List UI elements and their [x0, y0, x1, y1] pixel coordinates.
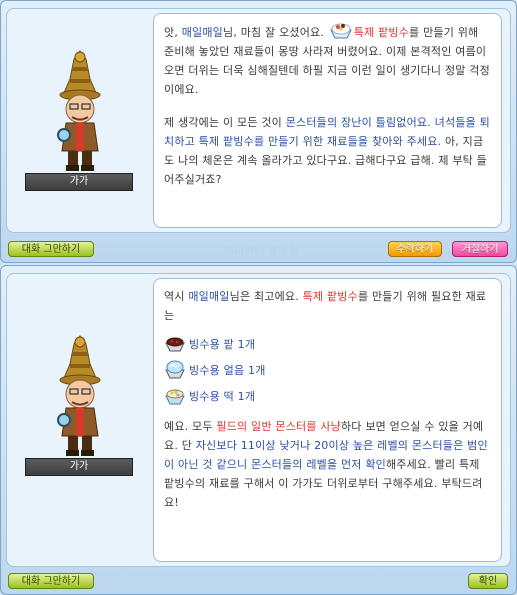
rice-cake-bowl-icon: [165, 389, 185, 405]
dialog-text-panel: 앗, 매일매일님, 마침 잘 오셨어요. 특제 팥빙수를 만들기 위해 준비해 …: [153, 13, 502, 228]
required-item-rice-cake: 빙수용 떡 1개: [164, 385, 491, 407]
shaved-ice-icon: [329, 23, 352, 39]
npc-gaga-portrait: [57, 335, 101, 456]
faded-background-text: 미니멕티 열매필: [223, 244, 299, 257]
dialog-paragraph-2: 제 생각에는 이 모든 것이 몬스터들의 장난이 틀림없어요. 녀석들을 퇴치하…: [164, 113, 491, 189]
text-segment: 앗,: [164, 26, 182, 39]
end-chat-button[interactable]: 대화 그만하기: [8, 573, 94, 589]
npc-name-plate: 가가: [25, 173, 133, 191]
dialog-inner-panel: 가가 앗, 매일매일님, 마침 잘 오셨어요. 특제 팥빙수를 만들기 위해 준…: [6, 8, 511, 233]
dialog-paragraph-1: 앗, 매일매일님, 마침 잘 오셨어요. 특제 팥빙수를 만들기 위해 준비해 …: [164, 22, 491, 99]
dialog-button-bar: 대화 그만하기 확인: [1, 570, 516, 594]
npc-gaga-portrait: [57, 50, 101, 171]
required-item-label: 빙수용 떡 1개: [189, 389, 256, 403]
required-item-label: 빙수용 얼음 1개: [189, 363, 266, 377]
dialog-inner-panel: 가가 역시 매일매일님은 최고에요. 특제 팥빙수를 만들기 위해 필요한 재료…: [6, 273, 511, 567]
text-segment: 예요. 모두: [164, 420, 217, 433]
dialog-button-bar: 대화 그만하기 미니멕티 열매필 수락하기 거절하기: [1, 238, 516, 262]
highlight-text: 필드의 일반 몬스터를 사냥: [216, 420, 341, 433]
quest-item-name: 특제 팥빙수: [302, 290, 358, 303]
dialog-intro: 역시 매일매일님은 최고에요. 특제 팥빙수를 만들기 위해 필요한 재료는: [164, 287, 491, 325]
accept-button[interactable]: 수락하기: [388, 241, 442, 257]
ice-bowl-icon: [165, 360, 185, 379]
quest-dialog-2: 가가 역시 매일매일님은 최고에요. 특제 팥빙수를 만들기 위해 필요한 재료…: [0, 265, 517, 595]
text-segment: 님, 마침 잘 오셨어요.: [223, 26, 328, 39]
npc-portrait-area: 가가: [17, 49, 143, 199]
required-item-ice: 빙수용 얼음 1개: [164, 359, 491, 381]
npc-name-plate: 가가: [25, 458, 133, 476]
text-segment: 님은 최고에요.: [229, 290, 303, 303]
player-name: 매일매일: [181, 26, 223, 39]
npc-portrait-area: 가가: [17, 334, 143, 484]
ok-button[interactable]: 확인: [468, 573, 508, 589]
required-item-label: 빙수용 팥 1개: [189, 337, 256, 351]
required-item-red-bean: 빙수용 팥 1개: [164, 333, 491, 355]
dialog-paragraph: 예요. 모두 필드의 일반 몬스터를 사냥하다 보면 얻으실 수 있을 거예요.…: [164, 417, 491, 512]
text-segment: 제 생각에는 이 모든 것이: [164, 116, 286, 129]
player-name: 매일매일: [188, 290, 230, 303]
text-segment: 역시: [164, 290, 189, 303]
red-bean-bowl-icon: [165, 337, 185, 352]
quest-dialog-1: 가가 앗, 매일매일님, 마침 잘 오셨어요. 특제 팥빙수를 만들기 위해 준…: [0, 0, 517, 263]
decline-button[interactable]: 거절하기: [452, 241, 508, 257]
dialog-text-panel: 역시 매일매일님은 최고에요. 특제 팥빙수를 만들기 위해 필요한 재료는 빙…: [153, 278, 502, 562]
end-chat-button[interactable]: 대화 그만하기: [8, 241, 94, 257]
quest-item-name: 특제 팥빙수: [353, 26, 410, 39]
